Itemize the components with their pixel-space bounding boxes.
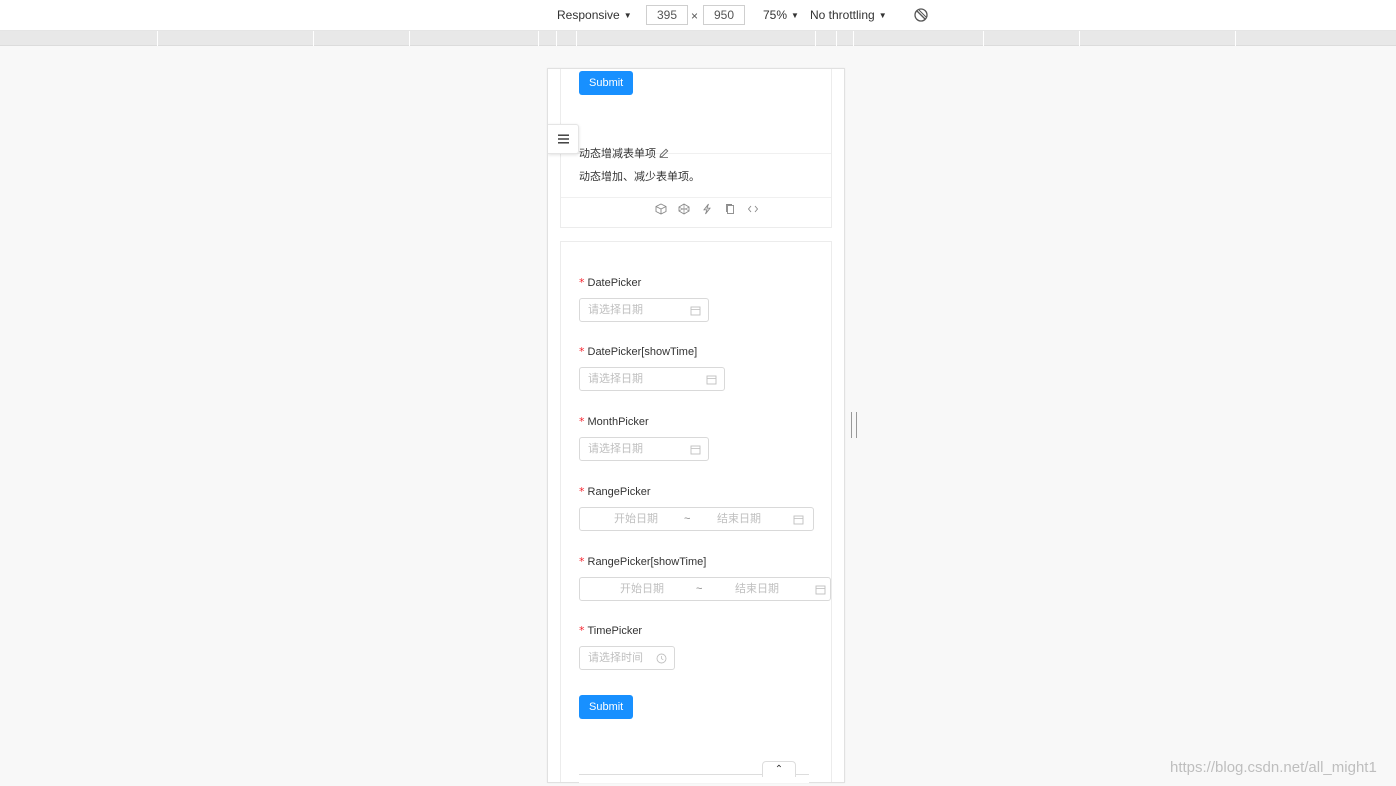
device-viewport: 动态增减表单项 动态增加、减少表单项。 Submit * DatePicker … [547, 68, 845, 783]
height-input[interactable]: 950 [703, 5, 745, 25]
rangepicker-showtime-input[interactable]: 开始日期 ~ 结束日期 [579, 577, 831, 601]
menu-toggle-button[interactable] [548, 124, 579, 154]
required-mark: * [579, 555, 585, 568]
rangepicker-showtime-end-placeholder: 结束日期 [735, 583, 779, 595]
edit-icon[interactable] [659, 148, 669, 158]
datepicker-showtime-label-text: DatePicker[showTime] [587, 346, 698, 358]
timepicker-input[interactable]: 请选择时间 [579, 646, 675, 670]
rangepicker-showtime-label-text: RangePicker[showTime] [587, 556, 707, 568]
chevron-down-icon: ▼ [791, 10, 799, 20]
codepen-icon[interactable] [678, 203, 690, 215]
demo-actions [655, 203, 759, 215]
timepicker-label: * TimePicker [579, 624, 642, 637]
media-query-ruler[interactable] [0, 31, 1396, 46]
rangepicker-label-text: RangePicker [587, 486, 651, 498]
throttling-select-label: No throttling [810, 8, 875, 22]
rotate-icon[interactable] [913, 7, 929, 23]
code-icon[interactable] [747, 203, 759, 215]
monthpicker-label: * MonthPicker [579, 415, 649, 428]
viewport-resize-handle[interactable] [851, 412, 857, 438]
demo-description: 动态增加、减少表单项。 [579, 171, 700, 183]
timepicker-label-text: TimePicker [587, 625, 643, 637]
width-input[interactable]: 395 [646, 5, 688, 25]
submit-button[interactable]: Submit [579, 71, 634, 95]
monthpicker-label-text: MonthPicker [587, 416, 649, 428]
timepicker-placeholder: 请选择时间 [588, 652, 643, 664]
copy-icon[interactable] [724, 203, 736, 215]
calendar-icon [690, 445, 701, 455]
datepicker-label-text: DatePicker [587, 277, 642, 289]
rangepicker-label: * RangePicker [579, 485, 650, 498]
thunder-icon[interactable] [701, 203, 713, 215]
datepicker-placeholder: 请选择日期 [588, 304, 643, 316]
calendar-icon [815, 585, 826, 595]
divider [561, 197, 831, 198]
device-toolbar: Responsive ▼ 395 × 950 75% ▼ No throttli… [0, 0, 1396, 31]
required-mark: * [579, 345, 585, 358]
watermark: https://blog.csdn.net/all_might1 [1170, 759, 1377, 776]
rangepicker-showtime-label: * RangePicker[showTime] [579, 555, 706, 568]
demo-title-text: 动态增减表单项 [579, 148, 656, 160]
datepicker-input[interactable]: 请选择日期 [579, 298, 709, 322]
demo-title: 动态增减表单项 [579, 145, 669, 161]
chevron-down-icon: ▼ [623, 10, 632, 20]
required-mark: * [579, 485, 585, 498]
rangepicker-end-placeholder: 结束日期 [717, 513, 761, 525]
chevron-down-icon: ▼ [878, 10, 887, 20]
dimension-separator: × [691, 9, 699, 23]
datepicker-showtime-label: * DatePicker[showTime] [579, 345, 697, 358]
datepicker-showtime-input[interactable]: 请选择日期 [579, 367, 725, 391]
zoom-select[interactable]: 75% ▼ [763, 8, 799, 22]
codesandbox-icon[interactable] [655, 203, 667, 215]
datepicker-label: * DatePicker [579, 276, 641, 289]
calendar-icon [793, 515, 804, 525]
required-mark: * [579, 276, 585, 289]
device-select[interactable]: Responsive ▼ [557, 8, 632, 22]
calendar-icon [690, 306, 701, 316]
demo-card-time-controls: * DatePicker 请选择日期 * DatePicker[showTime] … [560, 241, 832, 782]
required-mark: * [579, 415, 585, 428]
rangepicker-separator: ~ [684, 513, 691, 525]
menu-icon [557, 134, 569, 144]
monthpicker-input[interactable]: 请选择日期 [579, 437, 709, 461]
rangepicker-start-placeholder: 开始日期 [614, 513, 658, 525]
rangepicker-showtime-separator: ~ [696, 583, 703, 595]
required-mark: * [579, 624, 585, 637]
zoom-select-label: 75% [763, 8, 788, 22]
datepicker-showtime-placeholder: 请选择日期 [588, 373, 643, 385]
calendar-icon [706, 375, 717, 385]
device-select-label: Responsive [557, 8, 620, 22]
chevron-up-icon: ⌃ [774, 764, 784, 775]
back-to-top-button[interactable]: ⌃ [762, 761, 796, 777]
clock-icon [656, 653, 667, 664]
form-submit-button[interactable]: Submit [579, 695, 634, 719]
monthpicker-placeholder: 请选择日期 [588, 443, 643, 455]
throttling-select[interactable]: No throttling ▼ [810, 8, 887, 22]
rangepicker-input[interactable]: 开始日期 ~ 结束日期 [579, 507, 814, 531]
rangepicker-showtime-start-placeholder: 开始日期 [620, 583, 664, 595]
